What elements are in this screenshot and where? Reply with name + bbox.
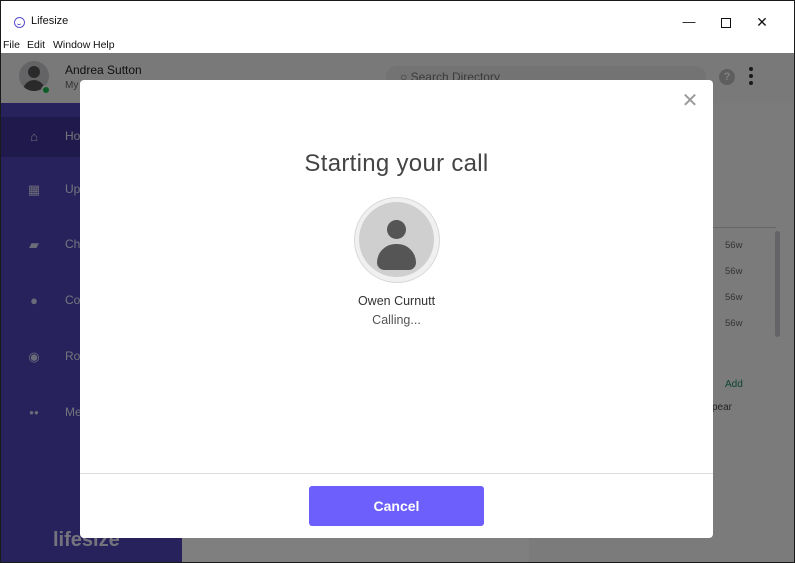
cancel-button[interactable]: Cancel [309,486,484,526]
menu-help[interactable]: Help [93,39,115,51]
starting-call-dialog: ✕ Starting your call Owen Curnutt Callin… [80,80,713,538]
menu-file[interactable]: File [3,39,20,51]
lifesize-logo-icon [14,17,25,28]
app-window: Lifesize — ✕ File Edit Window Help Andre… [0,0,795,563]
menu-window[interactable]: Window [53,39,90,51]
maximize-button[interactable] [711,11,741,33]
callee-name: Owen Curnutt [357,294,436,308]
menu-bar: File Edit Window Help [1,37,794,53]
dialog-title: Starting your call [304,150,489,177]
divider [80,473,713,474]
call-status: Calling... [372,313,421,327]
window-title: Lifesize [31,15,69,27]
menu-edit[interactable]: Edit [27,39,45,51]
close-window-button[interactable]: ✕ [747,11,777,33]
title-bar: Lifesize — ✕ [1,1,794,37]
close-dialog-icon[interactable]: ✕ [681,91,699,111]
person-icon [359,202,434,277]
minimize-button[interactable]: — [674,11,704,33]
callee-avatar [354,197,440,283]
maximize-icon [721,17,731,28]
